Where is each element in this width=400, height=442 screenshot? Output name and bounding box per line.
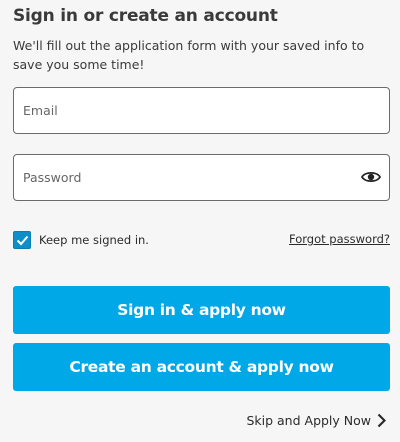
email-field[interactable] bbox=[13, 87, 390, 134]
sign-in-apply-button[interactable]: Sign in & apply now bbox=[13, 286, 390, 334]
sign-in-panel: Sign in or create an account We'll fill … bbox=[0, 0, 400, 442]
chevron-right-icon bbox=[377, 413, 386, 428]
eye-icon[interactable] bbox=[360, 167, 382, 187]
keep-signed-in-label: Keep me signed in. bbox=[39, 233, 149, 247]
page-title: Sign in or create an account bbox=[13, 6, 278, 26]
checkmark-icon bbox=[16, 235, 28, 245]
email-input[interactable] bbox=[14, 88, 389, 133]
skip-and-apply-link[interactable]: Skip and Apply Now bbox=[246, 413, 386, 428]
forgot-password-link[interactable]: Forgot password? bbox=[289, 232, 390, 246]
password-input[interactable] bbox=[14, 155, 389, 200]
keep-signed-in-checkbox[interactable]: Keep me signed in. bbox=[13, 231, 149, 249]
page-subtitle: We'll fill out the application form with… bbox=[13, 38, 365, 72]
skip-label: Skip and Apply Now bbox=[246, 413, 371, 428]
checkbox-checked[interactable] bbox=[13, 231, 31, 249]
password-field[interactable] bbox=[13, 154, 390, 201]
create-account-apply-button[interactable]: Create an account & apply now bbox=[13, 343, 390, 391]
